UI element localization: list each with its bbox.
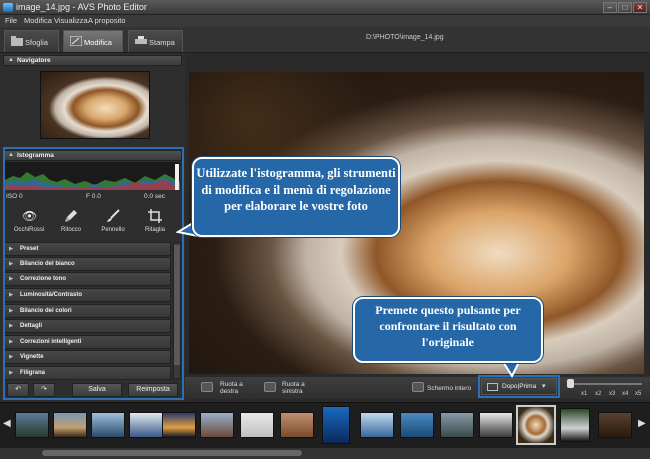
- navigator-title: Navigatore: [17, 57, 51, 64]
- menu-bar: File Modifica Visualizza A proposito: [0, 15, 650, 27]
- filmstrip-thumb[interactable]: [360, 412, 394, 438]
- tab-modifica[interactable]: Modifica: [63, 30, 123, 52]
- zoom-label: x4: [622, 391, 629, 397]
- zoom-slider-knob[interactable]: [567, 379, 574, 388]
- filmstrip-thumb[interactable]: [479, 412, 513, 438]
- menu-visualizza[interactable]: Visualizza: [54, 16, 88, 25]
- filmstrip-next-icon[interactable]: ▶: [638, 418, 646, 429]
- filmstrip-prev-icon[interactable]: ◀: [3, 418, 11, 429]
- title-bar: image_14.jpg - AVS Photo Editor – □ ✕: [0, 0, 650, 15]
- window-title: image_14.jpg - AVS Photo Editor: [16, 2, 147, 12]
- rotate-left-button[interactable]: Ruota a sinistra: [282, 381, 324, 395]
- filmstrip-thumb[interactable]: [598, 412, 632, 438]
- zoom-label: x2: [595, 391, 602, 397]
- zoom-label: x5: [635, 391, 642, 397]
- callout-histogram-tip: Utilizzate l'istogramma, gli strumenti d…: [192, 157, 400, 237]
- maximize-button[interactable]: □: [618, 2, 632, 13]
- filmstrip-thumb[interactable]: [200, 412, 234, 438]
- rotate-right-button[interactable]: Ruota a destra: [220, 381, 260, 395]
- tab-sfoglia[interactable]: Sfoglia: [4, 30, 59, 52]
- menu-file[interactable]: File: [5, 16, 17, 25]
- navigator-thumbnail[interactable]: [40, 71, 150, 139]
- close-button[interactable]: ✕: [633, 2, 647, 13]
- folder-icon: [11, 36, 23, 46]
- tab-modifica-label: Modifica: [84, 38, 112, 47]
- filmstrip-thumb[interactable]: [280, 412, 314, 438]
- filmstrip-thumb[interactable]: [322, 406, 350, 444]
- zoom-slider-track[interactable]: [570, 383, 642, 385]
- zoom-label: x3: [609, 391, 616, 397]
- highlight-left-tools: [3, 147, 184, 400]
- mode-tab-bar: Sfoglia Modifica Stampa: [0, 27, 650, 53]
- filmstrip-thumb[interactable]: [560, 408, 590, 442]
- filmstrip-thumb[interactable]: [400, 412, 434, 438]
- printer-icon: [135, 36, 147, 44]
- filmstrip-thumb[interactable]: [129, 412, 163, 438]
- fullscreen-button[interactable]: Schermo intero: [427, 385, 471, 392]
- filmstrip-thumb[interactable]: [162, 412, 196, 438]
- filmstrip-thumb[interactable]: [15, 412, 49, 438]
- menu-a-proposito[interactable]: A proposito: [88, 16, 126, 25]
- filmstrip-thumb[interactable]: [91, 412, 125, 438]
- tab-sfoglia-label: Sfoglia: [25, 38, 48, 47]
- zoom-label: x1: [581, 391, 588, 397]
- callout-compare-tip: Premete questo pulsante per confrontare …: [353, 297, 543, 363]
- navigator-header[interactable]: ▲ Navigatore: [3, 55, 182, 66]
- app-logo-icon: [3, 3, 13, 12]
- filmstrip-thumb[interactable]: [440, 412, 474, 438]
- filmstrip-thumb-selected[interactable]: [516, 405, 556, 445]
- tab-stampa-label: Stampa: [149, 38, 175, 47]
- tab-stampa[interactable]: Stampa: [128, 30, 183, 52]
- filmstrip-thumb[interactable]: [240, 412, 274, 438]
- rotate-left-icon: [264, 382, 276, 392]
- file-path: D:\PHOTO\image_14.jpg: [366, 34, 444, 41]
- menu-modifica[interactable]: Modifica: [24, 16, 52, 25]
- minimize-button[interactable]: –: [603, 2, 617, 13]
- edit-icon: [70, 36, 82, 46]
- collapse-arrow-icon: ▲: [8, 57, 14, 63]
- highlight-compare-button: [478, 375, 560, 398]
- fullscreen-icon: [412, 382, 424, 392]
- filmstrip-scrollbar-thumb[interactable]: [42, 450, 302, 456]
- rotate-right-icon: [201, 382, 213, 392]
- filmstrip-thumb[interactable]: [53, 412, 87, 438]
